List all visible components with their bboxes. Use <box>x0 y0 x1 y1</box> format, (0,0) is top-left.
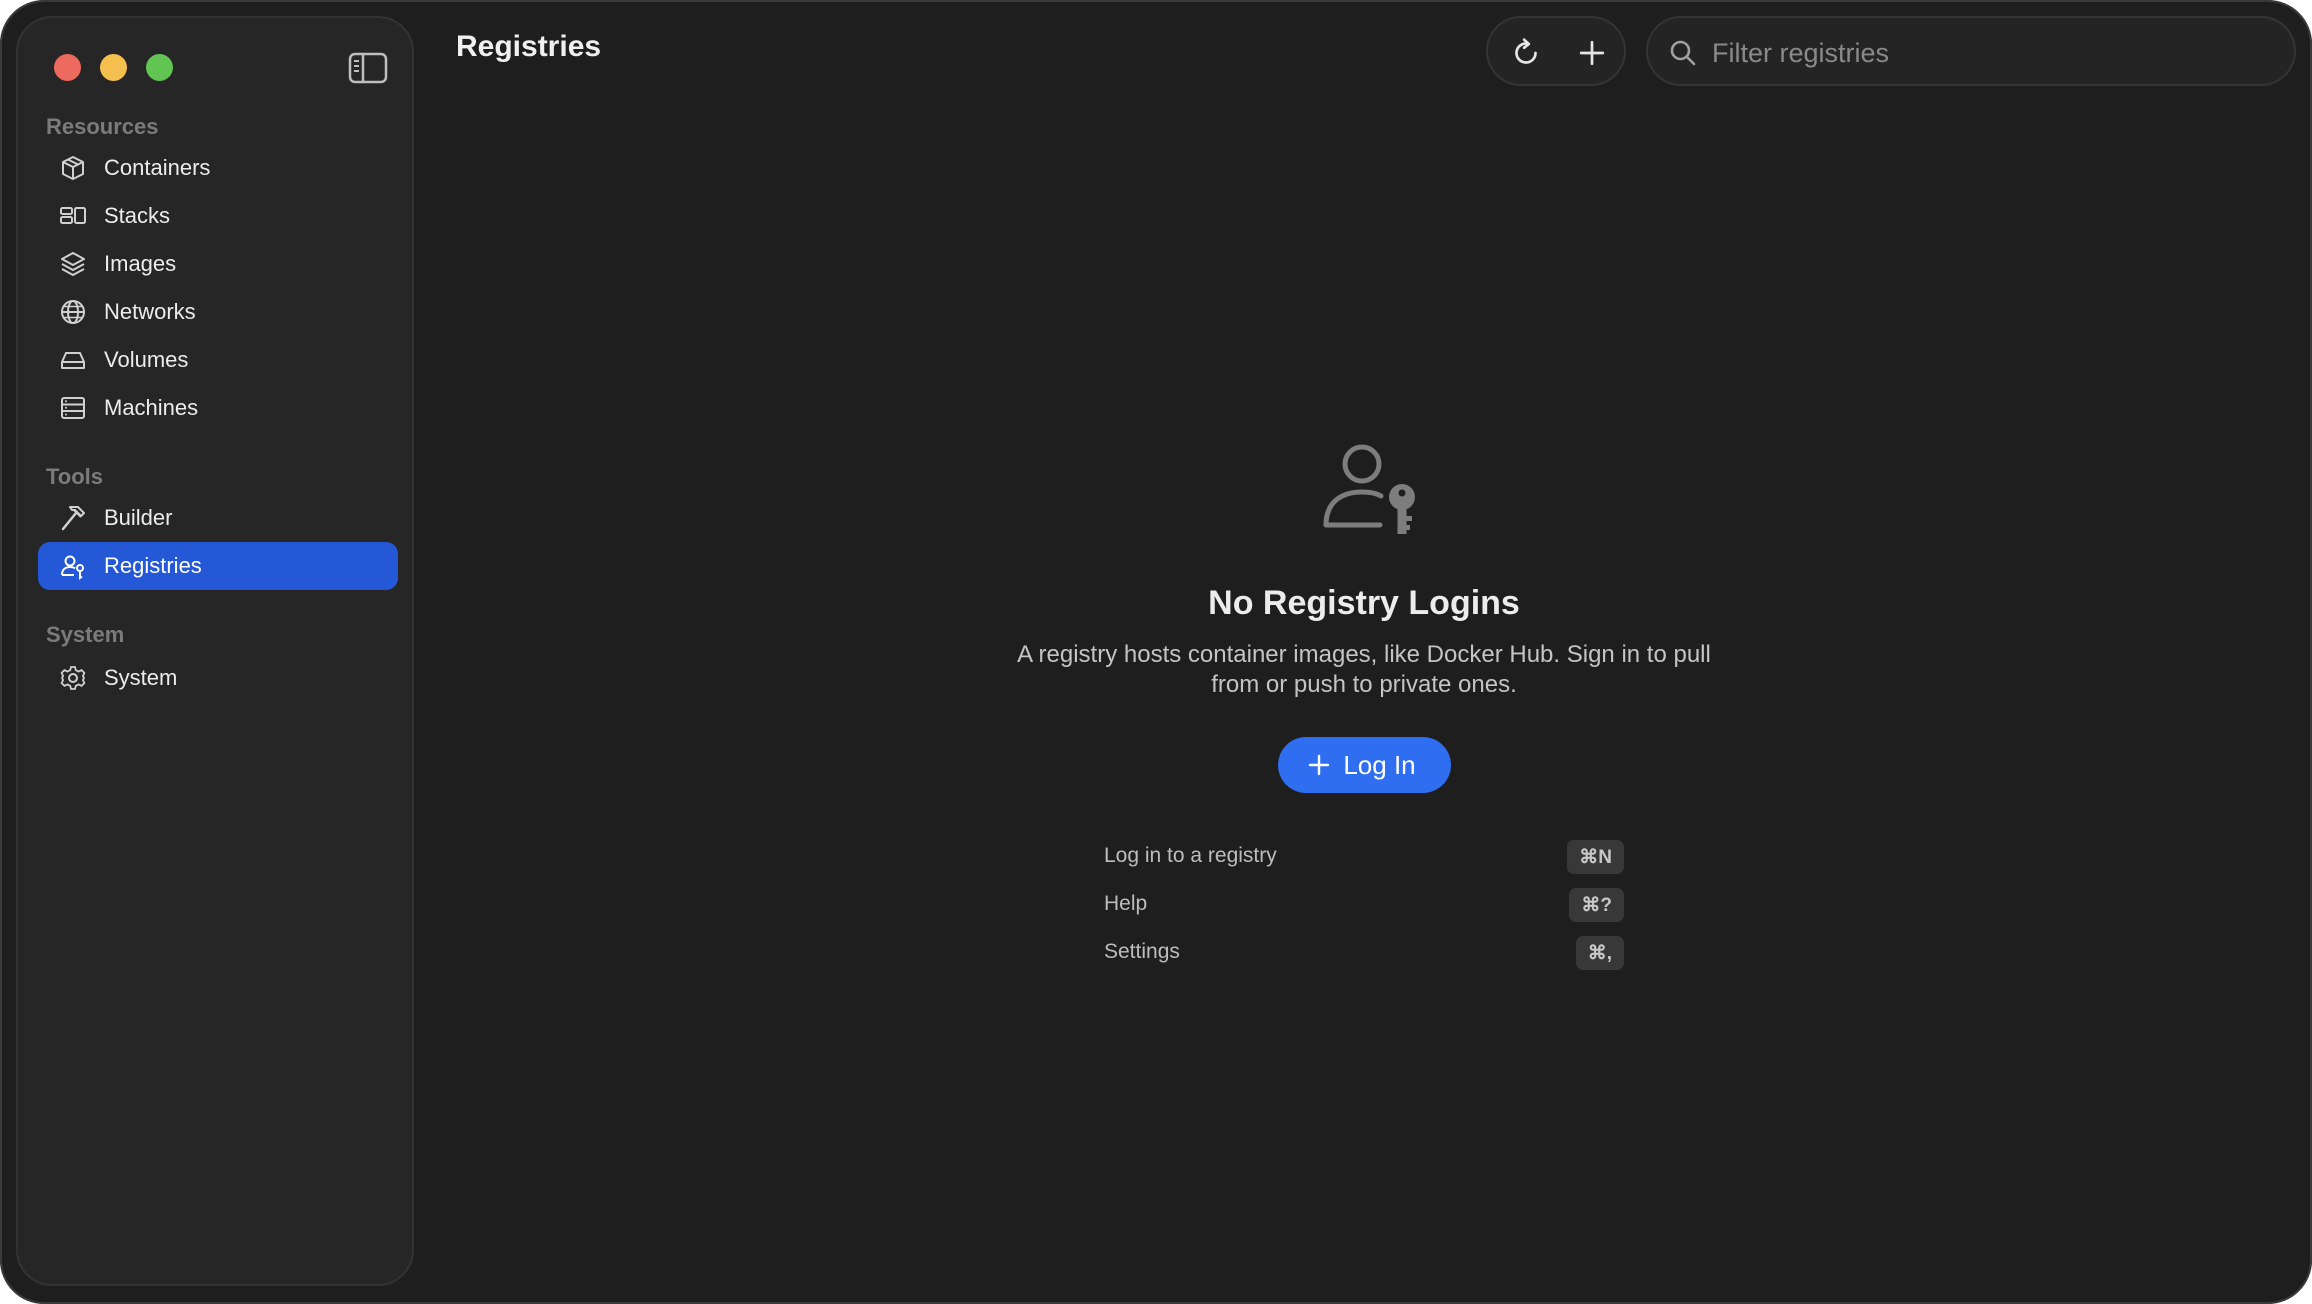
hammer-icon <box>58 503 88 533</box>
sidebar-item-label: Stacks <box>104 203 171 228</box>
sidebar-item-machines[interactable]: Machines <box>38 384 398 432</box>
shortcut-label: Help <box>1104 892 1148 915</box>
sidebar-item-label: Images <box>104 251 177 276</box>
plus-icon <box>1579 40 1605 66</box>
app-window: Resources Containers Stacks Images Netwo… <box>0 0 2312 1304</box>
toolbar-button-group <box>1486 16 1626 86</box>
empty-state-description: A registry hosts container images, like … <box>964 640 1764 700</box>
sidebar: Resources Containers Stacks Images Netwo… <box>16 16 414 1286</box>
section-label-system: System <box>46 622 125 647</box>
page-title: Registries <box>456 30 602 63</box>
add-button[interactable] <box>1572 33 1612 73</box>
person-key-icon <box>58 551 88 581</box>
close-window-button[interactable] <box>54 54 81 81</box>
person-key-icon <box>1318 440 1422 540</box>
shortcut-key: ⌘, <box>1575 936 1624 970</box>
shortcut-label: Log in to a registry <box>1104 844 1277 867</box>
search-icon <box>1670 40 1696 66</box>
empty-state-title: No Registry Logins <box>1208 584 1520 622</box>
sidebar-item-label: Registries <box>104 553 202 578</box>
sidebar-item-registries[interactable]: Registries <box>38 542 398 590</box>
sidebar-item-stacks[interactable]: Stacks <box>38 192 398 240</box>
section-label-resources: Resources <box>46 114 159 139</box>
sidebar-item-volumes[interactable]: Volumes <box>38 336 398 384</box>
refresh-button[interactable] <box>1506 33 1546 73</box>
plus-icon <box>1309 754 1330 776</box>
stacks-icon <box>58 201 88 231</box>
sidebar-item-label: Volumes <box>104 347 189 372</box>
sidebar-item-label: Containers <box>104 155 211 180</box>
window-controls <box>54 54 173 81</box>
shortcut-row-help[interactable]: Help ⌘? <box>1104 888 1624 924</box>
sidebar-item-system[interactable]: System <box>38 654 398 702</box>
sidebar-item-label: Machines <box>104 395 199 420</box>
sidebar-item-builder[interactable]: Builder <box>38 494 398 542</box>
sidebar-item-label: System <box>104 665 178 690</box>
zoom-window-button[interactable] <box>146 54 173 81</box>
minimize-window-button[interactable] <box>100 54 127 81</box>
log-in-button[interactable]: Log In <box>1278 737 1451 793</box>
log-in-button-label: Log In <box>1343 749 1416 780</box>
globe-icon <box>58 297 88 327</box>
sidebar-item-label: Networks <box>104 299 196 324</box>
search-field <box>1646 16 2296 86</box>
empty-state-description-line: from or push to private ones. <box>1211 671 1517 698</box>
server-icon <box>58 393 88 423</box>
shortcut-key: ⌘? <box>1569 888 1624 922</box>
sidebar-item-networks[interactable]: Networks <box>38 288 398 336</box>
sidebar-toggle-icon[interactable] <box>348 52 388 84</box>
shortcut-key: ⌘N <box>1567 840 1624 874</box>
refresh-icon <box>1515 38 1537 64</box>
gear-icon <box>58 663 88 693</box>
search-input[interactable] <box>1710 30 2274 76</box>
shortcut-row-settings[interactable]: Settings ⌘, <box>1104 936 1624 972</box>
box-icon <box>58 153 88 183</box>
shortcut-row-log-in[interactable]: Log in to a registry ⌘N <box>1104 840 1624 876</box>
sidebar-item-images[interactable]: Images <box>38 240 398 288</box>
sidebar-item-label: Builder <box>104 505 173 530</box>
empty-state-description-line: A registry hosts container images, like … <box>1017 641 1711 668</box>
shortcut-label: Settings <box>1104 940 1180 963</box>
layers-icon <box>58 249 88 279</box>
drive-icon <box>58 345 88 375</box>
sidebar-item-containers[interactable]: Containers <box>38 144 398 192</box>
section-label-tools: Tools <box>46 464 104 489</box>
